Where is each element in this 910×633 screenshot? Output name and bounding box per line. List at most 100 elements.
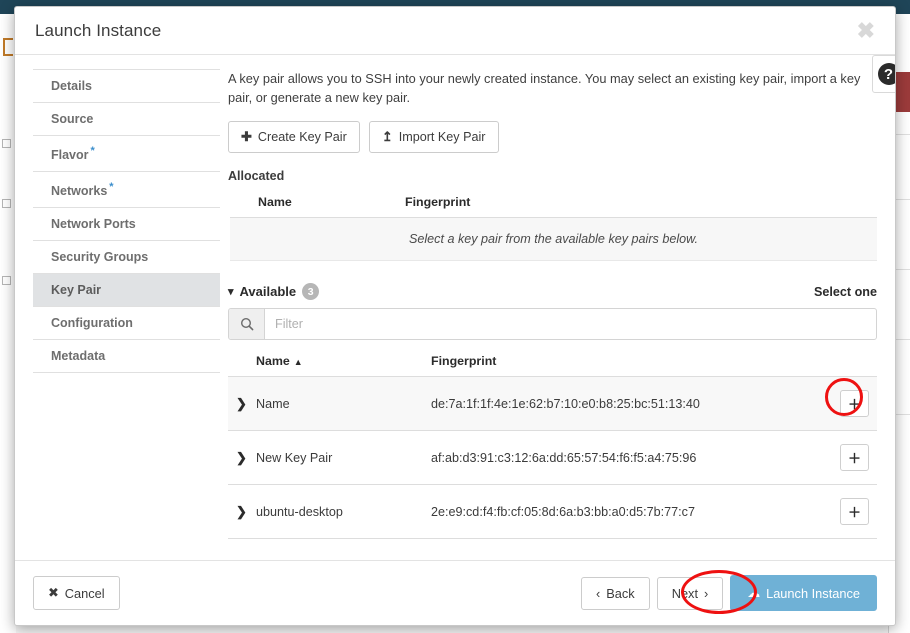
sidebar-item-label: Networks [51, 184, 108, 199]
column-header-name[interactable]: Name ▲ [256, 346, 431, 377]
available-key-pairs-table: Name ▲ Fingerprint ❯ Name de:7a:1f:1f:4e:… [228, 346, 877, 539]
select-one-hint: Select one [814, 284, 877, 299]
chevron-right-icon: › [704, 585, 709, 601]
cancel-button[interactable]: ✖ Cancel [33, 576, 120, 610]
expand-row-cell[interactable]: ❯ [228, 431, 256, 485]
row-action-cell: ＋ [817, 376, 877, 431]
background-checkbox [2, 139, 11, 148]
chevron-right-icon: ❯ [236, 449, 247, 465]
launch-instance-dialog: Launch Instance ✖ Details Source Flavor *… [14, 6, 896, 626]
sidebar-item-configuration[interactable]: Configuration [33, 306, 220, 339]
column-header-actions [817, 187, 877, 218]
import-key-pair-button[interactable]: ↥ Import Key Pair [368, 121, 499, 154]
key-pair-name: Name [256, 376, 431, 431]
allocated-title: Allocated [228, 169, 285, 184]
create-key-pair-label: Create Key Pair [257, 130, 347, 145]
add-key-pair-button[interactable]: ＋ [840, 444, 869, 472]
allocated-empty-message: Select a key pair from the available key… [230, 217, 877, 262]
required-marker: * [109, 181, 114, 194]
column-header-expand [228, 346, 256, 377]
upload-icon: ↥ [381, 129, 393, 145]
panel-description: A key pair allows you to SSH into your n… [228, 71, 861, 106]
table-header-row: Name Fingerprint [230, 187, 877, 218]
next-button[interactable]: Next › [656, 576, 724, 610]
filter-input[interactable] [265, 309, 876, 340]
create-key-pair-button[interactable]: ✚ Create Key Pair [228, 121, 360, 154]
background-orange-mark [3, 38, 13, 56]
sidebar-item-key-pair[interactable]: Key Pair [33, 273, 220, 307]
sidebar-item-source[interactable]: Source [33, 102, 220, 135]
search-icon [229, 309, 265, 340]
next-label: Next [671, 585, 699, 601]
sidebar-item-details[interactable]: Details [33, 69, 220, 102]
table-row: ❯ ubuntu-desktop 2e:e9:cd:f4:fb:cf:05:8d… [228, 484, 877, 539]
sidebar-item-label: Security Groups [51, 250, 149, 265]
footer-right-actions: ‹ Back Next › ☁ Launch Instance [580, 575, 877, 611]
available-collapse-toggle[interactable]: ▾ Available 3 [228, 283, 320, 301]
required-marker: * [90, 145, 95, 157]
cloud-icon: ☁ [747, 585, 761, 600]
sidebar-item-label: Key Pair [51, 283, 102, 298]
column-header-fingerprint: Fingerprint [405, 195, 471, 210]
available-count-badge: 3 [302, 283, 320, 301]
sidebar-item-label: Source [51, 112, 94, 126]
filter-bar [228, 308, 877, 341]
available-section-header: ▾ Available 3 Select one [228, 283, 877, 301]
chevron-right-icon: ❯ [236, 395, 247, 411]
allocated-empty-row: Select a key pair from the available key… [230, 217, 877, 262]
chevron-right-icon: ❯ [236, 503, 247, 519]
column-header-actions [817, 346, 877, 377]
key-pair-panel: ? A key pair allows you to SSH into your… [220, 55, 895, 560]
table-row: ❯ New Key Pair af:ab:d3:91:c3:12:6a:dd:6… [228, 430, 877, 485]
add-key-pair-button[interactable]: ＋ [840, 498, 869, 526]
sidebar-item-label: Flavor [51, 148, 89, 163]
sidebar-item-label: Details [51, 79, 92, 93]
wizard-steps-sidebar: Details Source Flavor * Networks * Network… [15, 55, 220, 560]
help-button[interactable]: ? [872, 55, 895, 93]
available-title: Available [239, 284, 297, 300]
key-pair-fingerprint: 2e:e9:cd:f4:fb:cf:05:8d:6a:b3:bb:a0:d5:7… [431, 504, 695, 519]
chevron-down-icon: ▾ [228, 286, 234, 299]
key-pair-name: New Key Pair [256, 450, 333, 465]
key-pair-actions: ✚ Create Key Pair ↥ Import Key Pair [228, 121, 877, 154]
sidebar-item-metadata[interactable]: Metadata [33, 339, 220, 374]
plus-icon: ✚ [241, 129, 252, 145]
row-action-cell: ＋ [817, 485, 877, 539]
allocated-table: Name Fingerprint Select a key pair from … [230, 187, 877, 262]
launch-instance-button[interactable]: ☁ Launch Instance [730, 575, 877, 611]
launch-instance-label: Launch Instance [766, 585, 860, 601]
cancel-label: Cancel [64, 585, 105, 601]
background-checkbox [2, 199, 11, 208]
expand-row-cell[interactable]: ❯ [228, 376, 256, 431]
expand-row-cell[interactable]: ❯ [228, 485, 256, 539]
key-pair-fingerprint: de:7a:1f:1f:4e:1e:62:b7:10:e0:b8:25:bc:5… [431, 376, 817, 431]
close-icon[interactable]: ✖ [853, 18, 879, 44]
sidebar-item-flavor[interactable]: Flavor * [33, 135, 220, 171]
sidebar-item-network-ports[interactable]: Network Ports [33, 207, 220, 240]
sidebar-item-label: Network Ports [51, 217, 136, 232]
add-key-pair-button[interactable]: ＋ [840, 390, 869, 418]
dialog-header: Launch Instance ✖ [15, 7, 895, 55]
sort-ascending-icon: ▲ [293, 357, 303, 368]
row-action-cell: ＋ [817, 431, 877, 485]
table-row: ❯ Name de:7a:1f:1f:4e:1e:62:b7:10:e0:b8:… [228, 376, 877, 431]
back-label: Back [606, 585, 635, 601]
sidebar-item-label: Metadata [51, 349, 106, 364]
background-red-bar [895, 72, 910, 112]
background-checkbox [2, 276, 11, 285]
page-title: Launch Instance [35, 20, 162, 40]
table-header-row: Name ▲ Fingerprint [228, 346, 877, 377]
key-pair-name: ubuntu-desktop [256, 504, 343, 519]
sidebar-item-security-groups[interactable]: Security Groups [33, 240, 220, 273]
column-header-fingerprint[interactable]: Fingerprint [431, 346, 817, 377]
dialog-body: Details Source Flavor * Networks * Network… [15, 55, 895, 560]
column-header-name-label: Name [256, 354, 290, 369]
sidebar-item-label: Configuration [51, 316, 133, 331]
dialog-footer: ✖ Cancel ‹ Back Next › ☁ Launch Instance [15, 560, 895, 625]
sidebar-item-networks[interactable]: Networks * [33, 171, 220, 207]
back-button[interactable]: ‹ Back [580, 576, 650, 610]
key-pair-fingerprint: af:ab:d3:91:c3:12:6a:dd:65:57:54:f6:f5:a… [431, 450, 697, 465]
help-icon: ? [877, 63, 895, 85]
column-header-name: Name [258, 195, 292, 210]
allocated-table-wrap: Name Fingerprint Select a key pair from … [228, 187, 877, 262]
